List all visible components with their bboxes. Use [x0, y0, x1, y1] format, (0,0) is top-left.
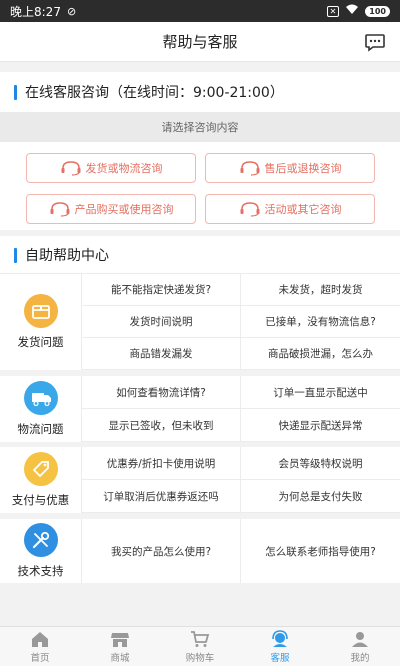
- tab-label: 首页: [30, 652, 50, 664]
- sim-icon: ✕: [326, 5, 340, 17]
- tab-cart[interactable]: 购物车: [160, 627, 240, 666]
- tab-mall[interactable]: 商城: [80, 627, 160, 666]
- question-item[interactable]: 如何查看物流详情?: [82, 376, 241, 409]
- category-label: 发货问题: [17, 335, 64, 349]
- tools-icon: [23, 523, 58, 557]
- category-logistics[interactable]: 物流问题: [0, 376, 82, 442]
- tag-icon: [23, 452, 58, 486]
- question-item[interactable]: 商品破损泄漏，怎么办: [241, 338, 400, 370]
- help-group-logistics: 物流问题 如何查看物流详情? 订单一直显示配送中 显示已签收，但未收到 快递显示…: [0, 376, 400, 442]
- question-item[interactable]: 显示已签收，但未收到: [82, 409, 241, 442]
- customer-service-icon: [272, 629, 288, 647]
- headset-icon: [240, 202, 259, 217]
- question-item[interactable]: 我买的产品怎么使用?: [82, 519, 241, 583]
- status-time: 晚上8:27: [10, 4, 61, 19]
- category-label: 支付与优惠: [11, 493, 70, 507]
- question-item[interactable]: 快递显示配送异常: [241, 409, 400, 442]
- consult-button-label: 产品购买或使用咨询: [74, 203, 174, 216]
- section-marker: [14, 84, 17, 100]
- box-icon: [23, 294, 58, 328]
- question-item[interactable]: 商品错发漏发: [82, 338, 241, 370]
- consult-prompt-text: 请选择咨询内容: [161, 121, 239, 134]
- consult-aftersale-button[interactable]: 售后或退换咨询: [205, 153, 375, 183]
- consult-activity-button[interactable]: 活动或其它咨询: [205, 194, 375, 224]
- question-item[interactable]: 订单取消后优惠券返还吗: [82, 480, 241, 513]
- consult-button-label: 发货或物流咨询: [85, 162, 163, 175]
- self-help-title: 自助帮助中心: [25, 248, 109, 264]
- self-help-section: 自助帮助中心: [0, 236, 400, 274]
- consult-shipping-button[interactable]: 发货或物流咨询: [26, 153, 196, 183]
- category-shipping[interactable]: 发货问题: [0, 274, 82, 370]
- question-item[interactable]: 优惠券/折扣卡使用说明: [82, 447, 241, 480]
- page-title: 帮助与客服: [162, 33, 238, 51]
- category-label: 技术支持: [17, 564, 64, 578]
- tab-service[interactable]: 客服: [240, 627, 320, 666]
- question-item[interactable]: 已接单，没有物流信息?: [241, 306, 400, 338]
- help-group-tech: 技术支持 我买的产品怎么使用? 怎么联系老师指导使用?: [0, 519, 400, 583]
- headset-icon: [240, 161, 259, 176]
- home-icon: [32, 631, 48, 647]
- tab-label: 客服: [270, 652, 290, 664]
- question-item[interactable]: 会员等级特权说明: [241, 447, 400, 480]
- battery-icon: 100: [365, 5, 390, 17]
- question-item[interactable]: 订单一直显示配送中: [241, 376, 400, 409]
- tab-label: 我的: [350, 652, 370, 664]
- help-group-payment: 支付与优惠 优惠券/折扣卡使用说明 会员等级特权说明 订单取消后优惠券返还吗 为…: [0, 447, 400, 513]
- tab-mine[interactable]: 我的: [320, 627, 400, 666]
- self-help-header: 自助帮助中心: [0, 236, 400, 274]
- category-label: 物流问题: [17, 422, 64, 436]
- store-icon: [111, 632, 129, 647]
- online-consult-title: 在线客服咨询（在线时间：9:00-21:00）: [25, 85, 284, 101]
- truck-icon: [23, 381, 58, 415]
- headset-icon: [61, 161, 80, 176]
- consult-product-button[interactable]: 产品购买或使用咨询: [26, 194, 196, 224]
- online-consult-header: 在线客服咨询（在线时间：9:00-21:00）: [0, 72, 400, 112]
- question-item[interactable]: 未发货，超时发货: [241, 274, 400, 306]
- tab-home[interactable]: 首页: [0, 627, 80, 666]
- headset-icon: [50, 202, 69, 217]
- question-item[interactable]: 能不能指定快递发货?: [82, 274, 241, 306]
- tab-label: 商城: [110, 652, 130, 664]
- consult-button-label: 售后或退换咨询: [264, 162, 342, 175]
- category-payment[interactable]: 支付与优惠: [0, 447, 82, 513]
- tab-label: 购物车: [185, 652, 215, 664]
- wifi-icon: [345, 4, 359, 18]
- question-item[interactable]: 为何总是支付失败: [241, 480, 400, 513]
- chat-icon[interactable]: [364, 31, 386, 53]
- category-tech[interactable]: 技术支持: [0, 519, 82, 583]
- section-marker: [14, 247, 17, 263]
- status-bar: 晚上8:27 ⊘ ✕ 100: [0, 0, 400, 22]
- help-group-shipping: 发货问题 能不能指定快递发货? 未发货，超时发货 发货时间说明 已接单，没有物流…: [0, 274, 400, 370]
- question-item[interactable]: 怎么联系老师指导使用?: [241, 519, 400, 583]
- cart-icon: [191, 630, 210, 647]
- question-item[interactable]: 发货时间说明: [82, 306, 241, 338]
- consult-button-label: 活动或其它咨询: [264, 203, 342, 216]
- consult-prompt: 请选择咨询内容: [0, 112, 400, 142]
- bottom-tab-bar: 首页 商城 购物车 客服 我的: [0, 626, 400, 666]
- user-icon: [352, 631, 368, 647]
- app-header: 帮助与客服: [0, 22, 400, 62]
- mute-icon: ⊘: [66, 4, 77, 18]
